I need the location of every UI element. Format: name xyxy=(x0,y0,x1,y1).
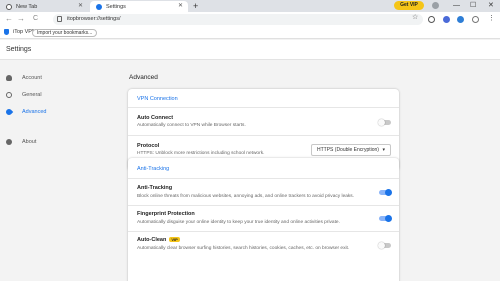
sidebar-item-label: About xyxy=(22,139,37,145)
new-tab-button[interactable]: + xyxy=(193,1,198,11)
maximize-button[interactable]: ☐ xyxy=(470,1,476,10)
protocol-title: Protocol xyxy=(137,143,160,149)
auto-connect-title: Auto Connect xyxy=(137,115,174,121)
settings-header: Settings xyxy=(0,40,500,60)
anti-tracking-title: Anti-Tracking xyxy=(137,185,173,191)
divider xyxy=(128,178,399,179)
auto-clean-title: Auto-Clean VIP xyxy=(137,237,180,243)
page-title: Settings xyxy=(6,46,32,53)
profile-avatar-icon[interactable] xyxy=(432,2,439,9)
reload-button[interactable]: C xyxy=(33,14,38,24)
get-vip-button[interactable]: Get VIP xyxy=(394,1,424,10)
card-heading: Anti-Tracking xyxy=(137,166,170,172)
close-window-button[interactable]: ✕ xyxy=(488,1,494,10)
divider xyxy=(128,135,399,136)
anti-tracking-card: Anti-Tracking Anti-Tracking Block online… xyxy=(128,158,399,281)
tab-strip: New Tab ✕ Settings ✕ + Get VIP — ☐ ✕ xyxy=(0,0,500,12)
auto-connect-desc: Automatically connect to VPN while Brows… xyxy=(137,123,246,128)
auto-clean-toggle[interactable] xyxy=(378,242,391,249)
tab-label: New Tab xyxy=(16,3,38,10)
vip-badge: VIP xyxy=(169,237,180,243)
divider xyxy=(128,231,399,232)
settings-gear-icon xyxy=(96,3,102,10)
anti-tracking-toggle[interactable] xyxy=(379,189,392,196)
shield-icon xyxy=(4,29,9,35)
sidebar-item-label: Advanced xyxy=(22,109,47,115)
toggle-knob xyxy=(385,189,392,196)
fingerprint-title: Fingerprint Protection xyxy=(137,211,195,217)
section-title: Advanced xyxy=(129,74,158,81)
toggle-knob xyxy=(385,215,392,222)
caret-down-icon: ▾ xyxy=(382,147,385,153)
bookmark-star-icon[interactable]: ☆ xyxy=(412,13,418,21)
sidebar-item-account[interactable]: Account xyxy=(6,72,42,84)
auto-clean-desc: Automatically clear browser surfing hist… xyxy=(137,246,350,251)
forward-button[interactable]: → xyxy=(17,14,25,24)
download-icon[interactable] xyxy=(457,16,464,23)
divider xyxy=(128,107,399,108)
sidebar-item-label: General xyxy=(22,92,42,98)
address-toolbar: ← → C itopbrowser://settings/ xyxy=(0,12,500,28)
person-icon xyxy=(6,75,12,81)
vpn-extension-icon[interactable] xyxy=(443,16,450,23)
settings-sidebar: Account General Advanced About xyxy=(0,61,110,281)
account-icon[interactable] xyxy=(472,16,479,23)
back-button[interactable]: ← xyxy=(5,14,13,24)
globe-icon xyxy=(6,3,12,10)
card-heading: VPN Connection xyxy=(137,96,178,102)
fingerprint-toggle[interactable] xyxy=(379,215,392,222)
url-text: itopbrowser://settings/ xyxy=(67,16,121,22)
address-bar[interactable]: itopbrowser://settings/ xyxy=(53,14,423,25)
import-bookmarks-button[interactable]: Import your bookmarks... xyxy=(32,29,98,37)
extension-icon[interactable] xyxy=(428,16,435,23)
close-tab-icon[interactable]: ✕ xyxy=(178,2,183,9)
site-info-icon[interactable] xyxy=(57,16,62,22)
tab-label: Settings xyxy=(106,3,126,10)
gear-icon xyxy=(6,92,12,98)
anti-tracking-desc: Block online threats from malicious webs… xyxy=(137,194,355,199)
protocol-desc: HTTPS: Unblock more restrictions includi… xyxy=(137,151,265,156)
fingerprint-desc: Automatically disguise your online ident… xyxy=(137,220,340,225)
minimize-button[interactable]: — xyxy=(453,1,460,10)
protocol-select[interactable]: HTTPS (Double Encryption) ▾ xyxy=(311,144,391,156)
protocol-value: HTTPS (Double Encryption) xyxy=(317,147,379,153)
rocket-icon xyxy=(4,107,14,117)
close-tab-icon[interactable]: ✕ xyxy=(78,2,83,9)
bookmarks-bar: iTop VPN Import your bookmarks... xyxy=(0,28,500,39)
toggle-knob xyxy=(378,242,385,249)
auto-clean-label: Auto-Clean xyxy=(137,237,167,243)
menu-icon[interactable]: ⋮ xyxy=(488,14,495,22)
sidebar-item-about[interactable]: About xyxy=(6,136,36,148)
toggle-knob xyxy=(378,119,385,126)
tab-new-tab[interactable]: New Tab ✕ xyxy=(2,1,88,12)
auto-connect-toggle[interactable] xyxy=(378,119,391,126)
sidebar-item-general[interactable]: General xyxy=(6,89,42,101)
sidebar-item-label: Account xyxy=(22,75,42,81)
tab-settings[interactable]: Settings ✕ xyxy=(90,1,188,12)
info-icon xyxy=(6,139,12,145)
sidebar-item-advanced[interactable]: Advanced xyxy=(4,106,47,118)
divider xyxy=(128,205,399,206)
